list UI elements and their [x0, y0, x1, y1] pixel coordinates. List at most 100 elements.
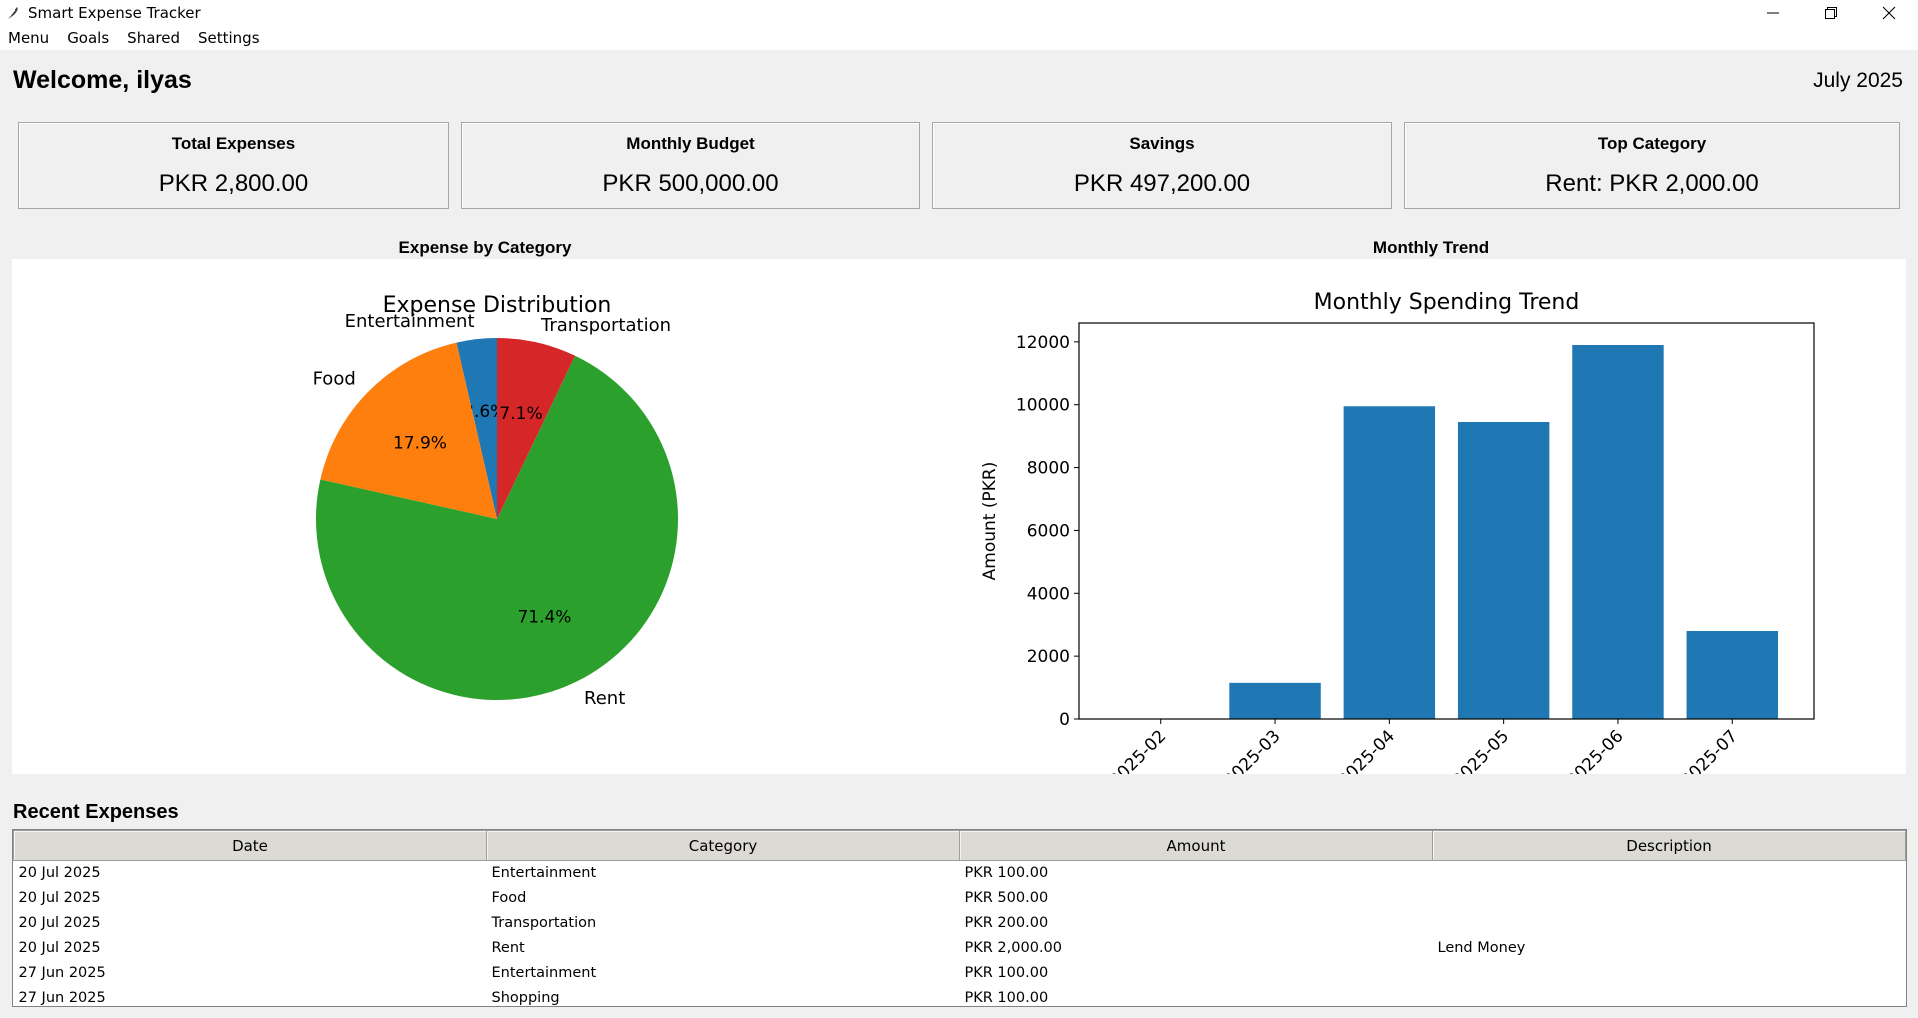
- top-category-card: Top Category Rent: PKR 2,000.00: [1404, 122, 1900, 209]
- pie-label: Transportation: [540, 315, 671, 336]
- cell-category: Entertainment: [491, 965, 597, 981]
- y-tick-label: 10000: [1016, 396, 1070, 416]
- minimize-icon: [1767, 12, 1779, 14]
- expense-distribution-chart: Expense DistributionEntertainment3.6%Foo…: [313, 293, 679, 709]
- cell-description: [1433, 886, 1906, 911]
- cell-category: Rent: [491, 940, 525, 956]
- table-row[interactable]: 27 Jun 2025 Shopping PKR 100.00: [14, 986, 1906, 1007]
- table-header-row: Date Category Amount Description: [13, 830, 1906, 861]
- table-row[interactable]: 20 Jul 2025 Transportation PKR 200.00: [14, 911, 1906, 936]
- pie-chart-panel: Expense Distribution Entertainment 3.6% Foo…: [12, 259, 958, 774]
- menubar: Menu Goals Shared Settings: [0, 26, 1918, 50]
- window-titlebar: Smart Expense Tracker: [0, 0, 1918, 26]
- welcome-heading: Welcome, ilyas: [13, 66, 192, 94]
- restore-button[interactable]: [1802, 0, 1860, 26]
- x-tick-label: 2025-05: [1449, 726, 1513, 774]
- monthly-spending-chart: Monthly Spending Trend 2025-02 2025-03 2025…: [980, 290, 1815, 774]
- current-period: July 2025: [1813, 69, 1903, 92]
- savings-card: Savings PKR 497,200.00: [932, 122, 1392, 209]
- menu-menu[interactable]: Menu: [8, 29, 49, 47]
- restore-icon: [1825, 7, 1837, 19]
- card-title: Monthly Budget: [626, 134, 755, 153]
- card-title: Top Category: [1597, 134, 1707, 153]
- x-tick-label: 2025-07: [1677, 726, 1741, 774]
- total-expenses-card: Total Expenses PKR 2,800.00: [18, 122, 449, 209]
- x-tick-label: 2025-03: [1220, 726, 1284, 774]
- cell-description: [1433, 911, 1906, 936]
- bar-2025-05: [1457, 422, 1550, 719]
- table-row[interactable]: 20 Jul 2025 Food PKR 500.00: [14, 886, 1906, 911]
- column-header-description[interactable]: Description: [1432, 830, 1906, 861]
- y-tick-label: 4000: [1027, 584, 1070, 604]
- bar-2025-06: [1572, 345, 1664, 719]
- bar-2025-03: [1229, 682, 1321, 719]
- bar-2025-07: [1686, 631, 1778, 719]
- pie-label: Entertainment: [345, 311, 475, 332]
- pie-percent-label: 17.9%: [393, 433, 447, 453]
- card-value: PKR 500,000.00: [602, 170, 779, 197]
- x-tick-label: 2025-06: [1563, 726, 1627, 774]
- table-row[interactable]: 27 Jun 2025 Entertainment PKR 100.00: [14, 961, 1906, 986]
- feather-icon: [6, 7, 18, 21]
- table-row[interactable]: 20 Jul 2025 Rent PKR 2,000.00 Lend Money: [14, 936, 1906, 961]
- cell-amount: PKR 100.00: [964, 865, 1049, 882]
- menu-settings[interactable]: Settings: [198, 29, 260, 47]
- card-value: PKR 2,800.00: [158, 170, 309, 197]
- y-tick-label: 0: [1059, 710, 1070, 730]
- cell-amount: PKR 500.00: [964, 890, 1049, 906]
- bar-chart-title: Monthly Spending Trend: [1314, 290, 1580, 315]
- recent-expenses-table[interactable]: Date Category Amount Description 20 Jul …: [12, 829, 1907, 1007]
- column-header-date[interactable]: Date: [13, 830, 487, 861]
- cell-category: Shopping: [491, 990, 560, 1006]
- menu-shared[interactable]: Shared: [127, 29, 180, 47]
- monthly-trend-title: Monthly Trend: [1372, 238, 1490, 257]
- cell-date: 27 Jun 2025: [18, 990, 106, 1006]
- cell-category: Transportation: [491, 915, 597, 931]
- cell-amount: PKR 100.00: [964, 990, 1049, 1006]
- x-tick-label: 2025-04: [1335, 726, 1399, 774]
- card-title: Savings: [1129, 134, 1195, 153]
- y-tick-label: 12000: [1016, 333, 1070, 353]
- column-header-amount[interactable]: Amount: [959, 830, 1433, 861]
- column-header-category[interactable]: Category: [486, 830, 960, 861]
- recent-expenses-title: Recent Expenses: [13, 801, 179, 823]
- y-tick-label: 8000: [1027, 459, 1070, 479]
- close-button[interactable]: [1860, 0, 1918, 26]
- bar-chart-panel: Monthly Spending Trend 2025-02 2025-03 2025…: [958, 259, 1906, 774]
- monthly-budget-card: Monthly Budget PKR 500,000.00: [461, 122, 920, 209]
- pie-percent-label: 71.4%: [517, 608, 571, 628]
- pie-percent-label: 7.1%: [499, 404, 542, 424]
- cell-date: 20 Jul 2025: [18, 865, 101, 882]
- x-tick-label: 2025-02: [1106, 726, 1170, 774]
- card-value: Rent: PKR 2,000.00: [1545, 170, 1759, 197]
- window-controls: [1744, 0, 1918, 26]
- cell-description: [1433, 986, 1906, 1007]
- cell-date: 20 Jul 2025: [18, 890, 101, 906]
- cell-date: 20 Jul 2025: [18, 940, 101, 956]
- cell-description: [1433, 861, 1906, 886]
- bar-2025-04: [1343, 406, 1436, 719]
- cell-date: 20 Jul 2025: [18, 915, 101, 931]
- pie-label: Rent: [584, 688, 625, 709]
- cell-description: [1433, 961, 1906, 986]
- cell-amount: PKR 2,000.00: [964, 940, 1063, 956]
- cell-category: Entertainment: [491, 865, 597, 882]
- pie-label: Food: [313, 369, 356, 390]
- menu-goals[interactable]: Goals: [67, 29, 109, 47]
- close-icon: [1882, 6, 1896, 20]
- cell-description: Lend Money: [1437, 940, 1526, 956]
- cell-category: Food: [491, 890, 527, 906]
- cell-amount: PKR 200.00: [964, 915, 1049, 931]
- cell-amount: PKR 100.00: [964, 965, 1049, 981]
- table-row[interactable]: 20 Jul 2025 Entertainment PKR 100.00: [14, 861, 1906, 886]
- expense-by-category-title: Expense by Category: [398, 238, 572, 257]
- cell-date: 27 Jun 2025: [18, 965, 106, 981]
- card-title: Total Expenses: [171, 134, 296, 153]
- minimize-button[interactable]: [1744, 0, 1802, 26]
- card-value: PKR 497,200.00: [1073, 170, 1251, 197]
- y-tick-label: 6000: [1027, 521, 1070, 541]
- y-axis-label: Amount (PKR): [980, 462, 1000, 581]
- horizontal-scrollbar[interactable]: [0, 1010, 1918, 1018]
- y-tick-label: 2000: [1027, 647, 1070, 667]
- window-title: Smart Expense Tracker: [28, 4, 201, 22]
